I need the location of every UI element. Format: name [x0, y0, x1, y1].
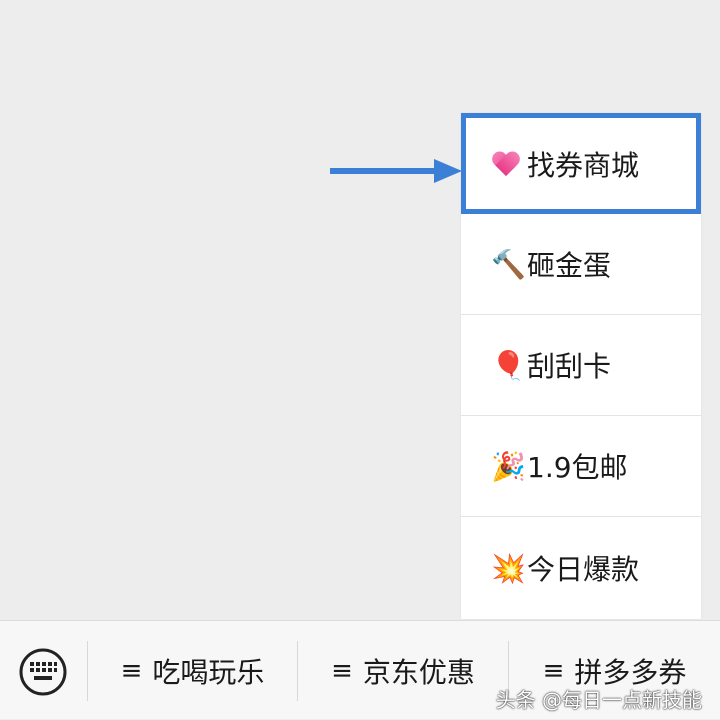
- submenu-item-label: 今日爆款: [527, 553, 640, 586]
- submenu-item-todays-hot[interactable]: 💥 今日爆款: [461, 517, 701, 619]
- party-popper-icon: 🎉: [491, 449, 526, 483]
- arrow-annotation-icon: [330, 159, 462, 183]
- menu-list-icon: ≡: [120, 655, 143, 686]
- menu-list-icon: ≡: [542, 655, 565, 686]
- submenu-item-label: 1.9包邮: [527, 451, 628, 484]
- submenu-item-label: 刮刮卡: [527, 350, 612, 383]
- menu-button-jd-deals[interactable]: ≡ 京东优惠: [298, 621, 508, 720]
- menu-button-food-fun[interactable]: ≡ 吃喝玩乐: [88, 621, 297, 720]
- menu-button-label: 吃喝玩乐: [152, 655, 265, 689]
- balloon-icon: 🎈: [491, 348, 526, 382]
- hammer-icon: 🔨: [491, 247, 526, 281]
- submenu-item-label: 砸金蛋: [527, 249, 612, 282]
- watermark: 头条 @每日一点新技能: [495, 688, 702, 712]
- submenu-popup: 找券商城 🔨 砸金蛋 🎈 刮刮卡 🎉 1.9包邮 💥 今日爆款: [461, 113, 701, 619]
- keyboard-icon[interactable]: [18, 647, 68, 697]
- submenu-item-smash-egg[interactable]: 🔨 砸金蛋: [461, 214, 701, 315]
- sparkling-heart-icon: [491, 150, 521, 178]
- submenu-item-scratch-card[interactable]: 🎈 刮刮卡: [461, 315, 701, 416]
- menu-list-icon: ≡: [331, 655, 353, 686]
- submenu-item-label: 找券商城: [527, 148, 640, 182]
- submenu-item-find-coupon-mall[interactable]: 找券商城: [461, 113, 701, 214]
- menu-button-label: 京东优惠: [362, 655, 475, 689]
- submenu-item-free-shipping[interactable]: 🎉 1.9包邮: [461, 416, 701, 517]
- collision-icon: 💥: [491, 551, 526, 585]
